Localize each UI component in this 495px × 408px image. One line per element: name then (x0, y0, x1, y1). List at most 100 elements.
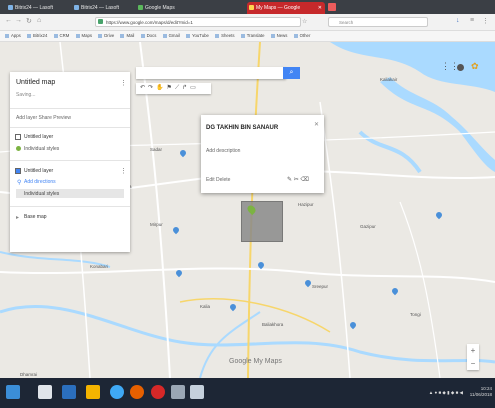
panel-menu-icon[interactable]: ⋮ (120, 79, 127, 87)
bookmark-item[interactable]: Sheets (215, 31, 234, 41)
clock-date: 11/06/2018 (469, 392, 492, 397)
tab-label: Bitrix24 — Lasoft (81, 5, 120, 11)
bookmark-item[interactable]: Bitrix24 (27, 31, 47, 41)
map-layers-panel: Untitled map Saving... ⋮ Add layer Share… (10, 72, 130, 252)
browser-tab[interactable]: Bitrix24 — Lasoft (6, 2, 70, 14)
zoom-out-button[interactable]: − (467, 357, 479, 370)
ruler-icon[interactable]: ▭ (190, 85, 199, 91)
account-icon[interactable] (457, 64, 464, 71)
reload-icon[interactable]: ↻ (26, 17, 32, 25)
redo-icon[interactable]: ↷ (148, 85, 156, 91)
hand-icon[interactable]: ✋ (156, 85, 166, 91)
opera-icon[interactable] (151, 385, 165, 399)
map-save-status: Saving... (16, 92, 36, 98)
firefox-icon[interactable] (130, 385, 144, 399)
tab-label: My Maps — Google (256, 5, 301, 11)
address-bar[interactable]: https://www.google.com/maps/d/edit?mid=1 (95, 17, 301, 27)
file-explorer-icon[interactable] (86, 385, 100, 399)
menu-icon[interactable]: ≡ (470, 17, 474, 24)
home-icon[interactable]: ⌂ (37, 17, 41, 24)
map-title[interactable]: Untitled map (16, 79, 55, 86)
add-directions-link[interactable]: Add directions (24, 179, 56, 185)
bookmark-item[interactable]: Mail (120, 31, 134, 41)
directions-pin-icon: ⚲ (17, 180, 22, 186)
browser-tab[interactable]: Google Maps (136, 2, 244, 14)
map-place-label: Gazipur (360, 224, 376, 229)
tab-label: Google Maps (145, 5, 175, 11)
expand-icon[interactable]: ▸ (16, 214, 19, 221)
bookmark-item[interactable]: YouTube (186, 31, 209, 41)
layer-checkbox[interactable] (15, 168, 21, 174)
bookmark-item[interactable]: Translate (241, 31, 265, 41)
layer-menu-icon[interactable]: ⋮ (120, 167, 127, 175)
bookmark-item[interactable]: Other (294, 31, 311, 41)
feature-description[interactable]: Add description (206, 148, 240, 154)
marker-icon[interactable]: ⚑ (167, 85, 175, 91)
map-place-label: Hazipur (298, 202, 314, 207)
task-view-icon[interactable] (62, 385, 76, 399)
map-search-button[interactable]: ⌕ (283, 67, 300, 79)
divider (10, 206, 130, 207)
user-avatar-icon[interactable]: ✿ (471, 61, 479, 72)
feature-tool-icons[interactable]: ✎ ✂ ⌫ (287, 176, 309, 183)
map-place-label: Tongi (410, 312, 421, 317)
bookmark-item[interactable]: Drive (98, 31, 114, 41)
tab-favicon-icon (8, 5, 13, 10)
feature-title[interactable]: DG TAKHIN BIN SANAUR (206, 125, 278, 131)
layer-title[interactable]: Untitled layer (24, 168, 53, 174)
bookmark-item[interactable]: Apps (5, 31, 21, 41)
panel-actions[interactable]: Add layer Share Preview (16, 115, 71, 121)
map-place-label: Dhamrai (20, 372, 38, 377)
bookmark-item[interactable]: News (271, 31, 288, 41)
document-icon[interactable] (171, 385, 185, 399)
map-search-input[interactable] (136, 67, 286, 79)
browser-tab[interactable]: Bitrix24 — Lasoft (72, 2, 134, 14)
browser-search-input[interactable]: Search (328, 17, 428, 27)
search-icon[interactable] (38, 385, 52, 399)
close-tab-icon[interactable]: ✕ (318, 2, 322, 14)
google-attribution: Google My Maps (229, 358, 282, 365)
map-place-label: Kalia (200, 304, 211, 309)
map-toolbar: ↶↷✋⚑⟋↱▭ (136, 83, 211, 94)
tab-favicon-icon (74, 5, 79, 10)
clock[interactable]: 10:24 11/06/2018 (470, 386, 492, 398)
bookmark-star-icon[interactable]: ☆ (302, 18, 307, 25)
system-tray[interactable]: ▲ ● ■ ◆ ▮ ◆ ■ ◀ (429, 378, 463, 408)
bookmark-item[interactable]: Maps (76, 31, 93, 41)
start-button-icon[interactable] (6, 385, 20, 399)
layer-style[interactable]: Individual styles (24, 146, 59, 152)
new-tab-button[interactable] (328, 3, 336, 11)
layer-style[interactable]: Individual styles (24, 191, 59, 197)
close-popup-icon[interactable]: ✕ (314, 121, 319, 128)
browser-tab-bar: Bitrix24 — Lasoft Bitrix24 — Lasoft Goog… (0, 0, 495, 14)
divider (10, 108, 130, 109)
bookmark-item[interactable]: CRM (54, 31, 70, 41)
edge-icon[interactable] (110, 385, 124, 399)
download-icon[interactable]: ↓ (456, 17, 460, 24)
divider (10, 127, 130, 128)
forward-icon[interactable]: → (15, 17, 22, 24)
directions-icon[interactable]: ↱ (182, 85, 190, 91)
more-icon[interactable]: ⋮ (482, 17, 489, 25)
browser-tab-active[interactable]: My Maps — Google ✕ (247, 2, 325, 14)
map-place-label: Mirpur (150, 222, 163, 227)
feature-actions[interactable]: Edit Delete (206, 177, 230, 183)
bookmarks-bar: Apps Bitrix24 CRM Maps Drive Mail Docs G… (0, 31, 495, 42)
back-icon[interactable]: ← (5, 17, 12, 24)
map-place-label: Sadar (150, 147, 163, 152)
tab-label: Bitrix24 — Lasoft (15, 5, 54, 11)
base-map-toggle[interactable]: Base map (24, 214, 47, 220)
undo-icon[interactable]: ↶ (140, 85, 148, 91)
secure-lock-icon (98, 19, 103, 24)
bookmark-item[interactable]: Gmail (163, 31, 180, 41)
zoom-in-button[interactable]: + (467, 344, 479, 357)
layer-checkbox[interactable] (15, 134, 21, 140)
bookmark-item[interactable]: Docs (141, 31, 157, 41)
map-place-label: Sreepur (312, 284, 329, 289)
divider (10, 160, 130, 161)
map-place-label: Konabari (90, 264, 109, 269)
tab-favicon-icon (138, 5, 143, 10)
app-icon[interactable] (190, 385, 204, 399)
layer-title[interactable]: Untitled layer (24, 134, 53, 140)
map-place-label: Kaliakair (380, 77, 398, 82)
